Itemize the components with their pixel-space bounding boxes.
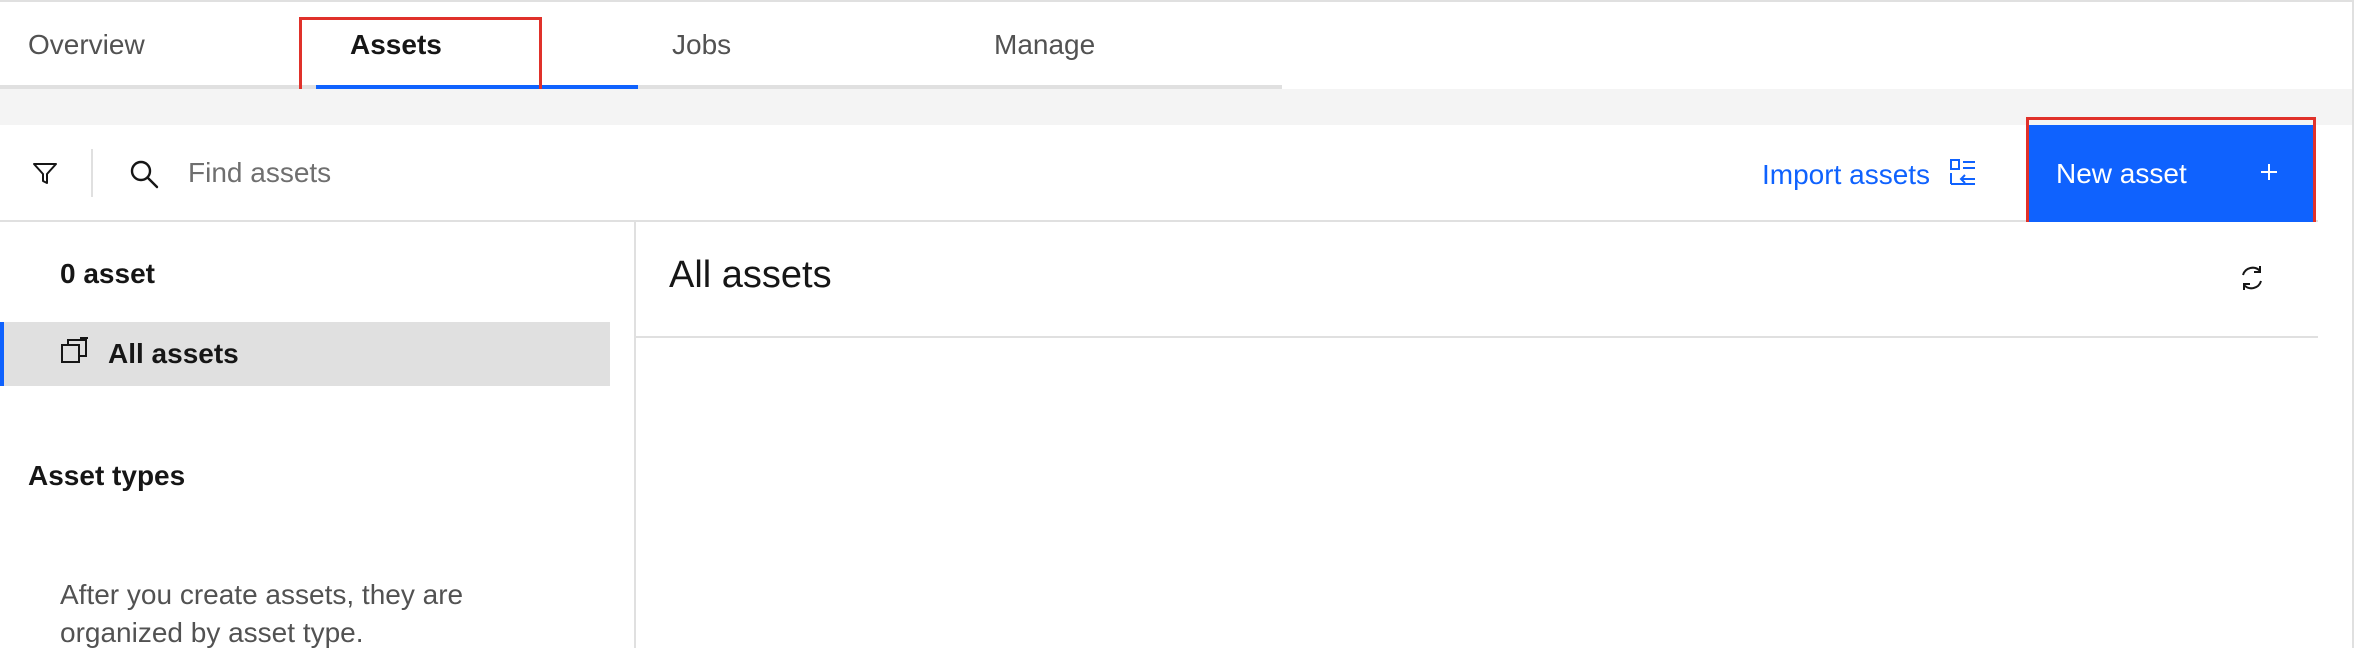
asset-count: 0 asset	[60, 258, 155, 289]
tab-manage[interactable]: Manage	[960, 4, 1282, 89]
tab-label: Manage	[994, 28, 1096, 60]
filter-icon	[31, 159, 59, 192]
refresh-icon	[2237, 263, 2267, 298]
search-icon	[124, 154, 164, 194]
asset-types-heading: Asset types	[28, 460, 186, 491]
assets-tab-highlight-box	[299, 17, 542, 93]
asset-side-panel: 0 asset All assets Asset types After you…	[0, 222, 634, 648]
asset-toolbar: Import assets New asset	[0, 125, 2318, 222]
window-edge	[2352, 0, 2360, 648]
filter-button[interactable]	[20, 153, 70, 197]
new-asset-highlight-box	[2026, 117, 2316, 227]
import-assets-label: Import assets	[1762, 159, 1931, 190]
nav-item-label: All assets	[108, 338, 239, 369]
import-icon	[1948, 157, 1978, 194]
search-input[interactable]	[188, 147, 1088, 199]
nav-item-all-assets[interactable]: All assets	[0, 322, 610, 386]
asset-types-empty-text: After you create assets, they are organi…	[60, 579, 464, 648]
asset-list-header: All assets	[636, 222, 2318, 338]
refresh-button[interactable]	[2232, 260, 2272, 300]
page-title: All assets	[669, 254, 832, 296]
copy-stack-icon	[60, 336, 90, 373]
app-frame: Overview Assets Jobs Manage Import asset…	[0, 0, 2360, 648]
tab-label: Jobs	[672, 28, 732, 60]
grey-band	[0, 89, 2352, 125]
toolbar-divider	[91, 149, 93, 197]
tab-jobs[interactable]: Jobs	[638, 4, 960, 89]
tab-overview[interactable]: Overview	[0, 4, 316, 89]
asset-list-panel: All assets	[636, 222, 2318, 648]
tab-label: Overview	[28, 28, 145, 60]
import-assets-button[interactable]: Import assets	[1762, 149, 1978, 201]
